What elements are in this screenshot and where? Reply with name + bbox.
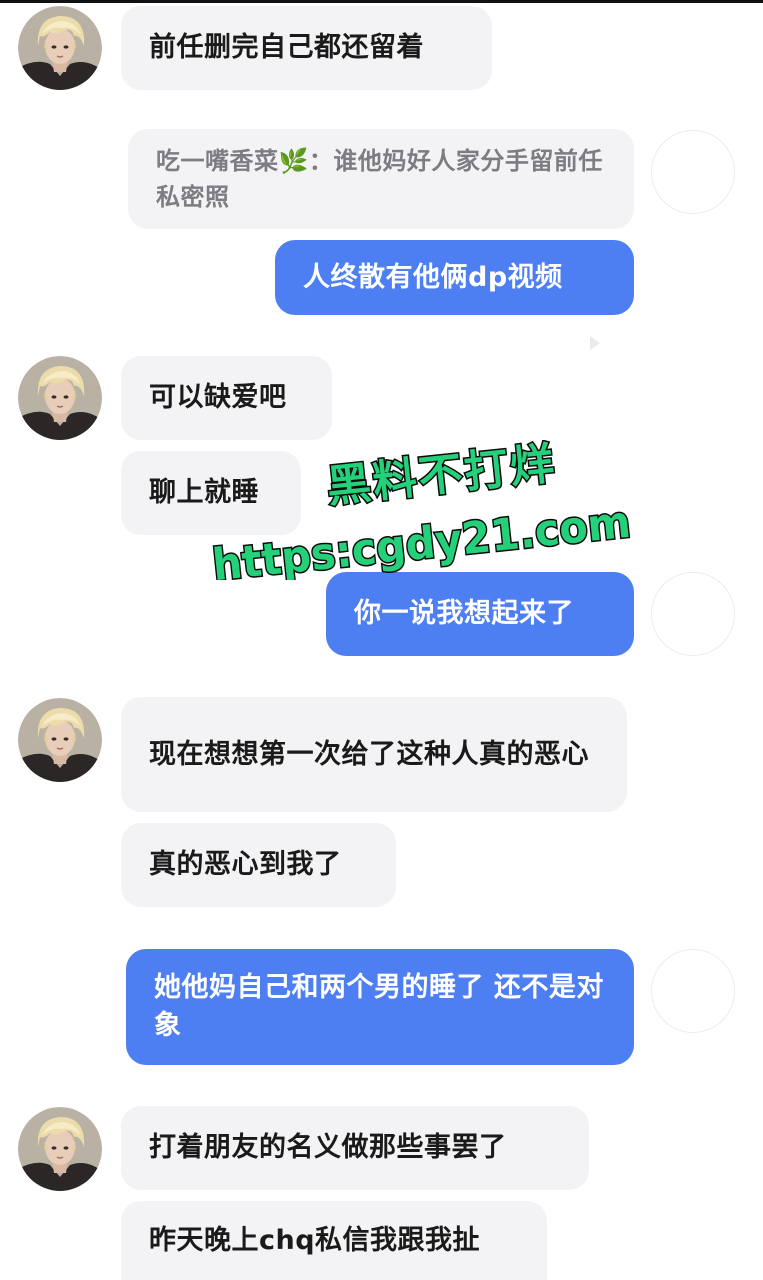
blond-hair-avatar-icon — [18, 1107, 102, 1191]
message-received-5[interactable]: 真的恶心到我了 — [121, 823, 396, 907]
top-border — [0, 0, 763, 3]
bubble-tail-icon — [590, 336, 600, 350]
message-received-2[interactable]: 可以缺爱吧 — [121, 356, 332, 440]
message-text: 人终散有他俩dp视频 — [303, 261, 563, 293]
self-avatar[interactable] — [651, 130, 735, 214]
contact-avatar[interactable] — [18, 6, 102, 90]
watermark-line-1: 黑料不打烊 — [324, 440, 558, 513]
message-text: 前任删完自己都还留着 — [149, 32, 424, 63]
message-received-6[interactable]: 打着朋友的名义做那些事罢了 — [121, 1106, 589, 1190]
watermark-graphic: 黑料不打烊 https:cgdy21.com — [209, 437, 635, 593]
message-text: 可以缺爱吧 — [149, 382, 287, 413]
leaf-emoji-icon: 🌿 — [278, 147, 309, 175]
message-text: 打着朋友的名义做那些事罢了 — [149, 1132, 507, 1163]
message-text: 现在想想第一次给了这种人真的恶心 — [149, 738, 589, 770]
message-sent-3[interactable]: 她他妈自己和两个男的睡了 还不是对象 — [126, 949, 634, 1065]
quote-author: 吃一嘴香菜 — [156, 147, 279, 175]
self-avatar[interactable] — [651, 949, 735, 1033]
contact-avatar[interactable] — [18, 1107, 102, 1191]
contact-avatar[interactable] — [18, 698, 102, 782]
watermark-line-2: https:cgdy21.com — [210, 497, 633, 580]
message-text: 昨天晚上chq私信我跟我扯 — [149, 1224, 481, 1256]
self-avatar[interactable] — [651, 572, 735, 656]
quote-separator: ： — [308, 147, 334, 175]
blond-hair-avatar-icon — [18, 6, 102, 90]
message-text: 你一说我想起来了 — [354, 598, 574, 629]
message-sent-2[interactable]: 你一说我想起来了 — [326, 572, 634, 656]
quote-content: 吃一嘴香菜🌿：谁他妈好人家分手留前任私密照 — [156, 143, 606, 215]
blond-hair-avatar-icon — [18, 698, 102, 782]
watermark-overlay: 黑料不打烊 https:cgdy21.com — [200, 437, 650, 593]
message-received-7[interactable]: 昨天晚上chq私信我跟我扯 — [121, 1201, 547, 1280]
message-text: 真的恶心到我了 — [149, 849, 342, 880]
quoted-message[interactable]: 吃一嘴香菜🌿：谁他妈好人家分手留前任私密照 — [128, 129, 634, 229]
contact-avatar[interactable] — [18, 356, 102, 440]
message-sent-1[interactable]: 人终散有他俩dp视频 — [275, 240, 634, 315]
message-received-1[interactable]: 前任删完自己都还留着 — [121, 6, 492, 90]
blond-hair-avatar-icon — [18, 356, 102, 440]
message-text: 她他妈自己和两个男的睡了 还不是对象 — [154, 972, 604, 1041]
message-received-4[interactable]: 现在想想第一次给了这种人真的恶心 — [121, 697, 627, 812]
